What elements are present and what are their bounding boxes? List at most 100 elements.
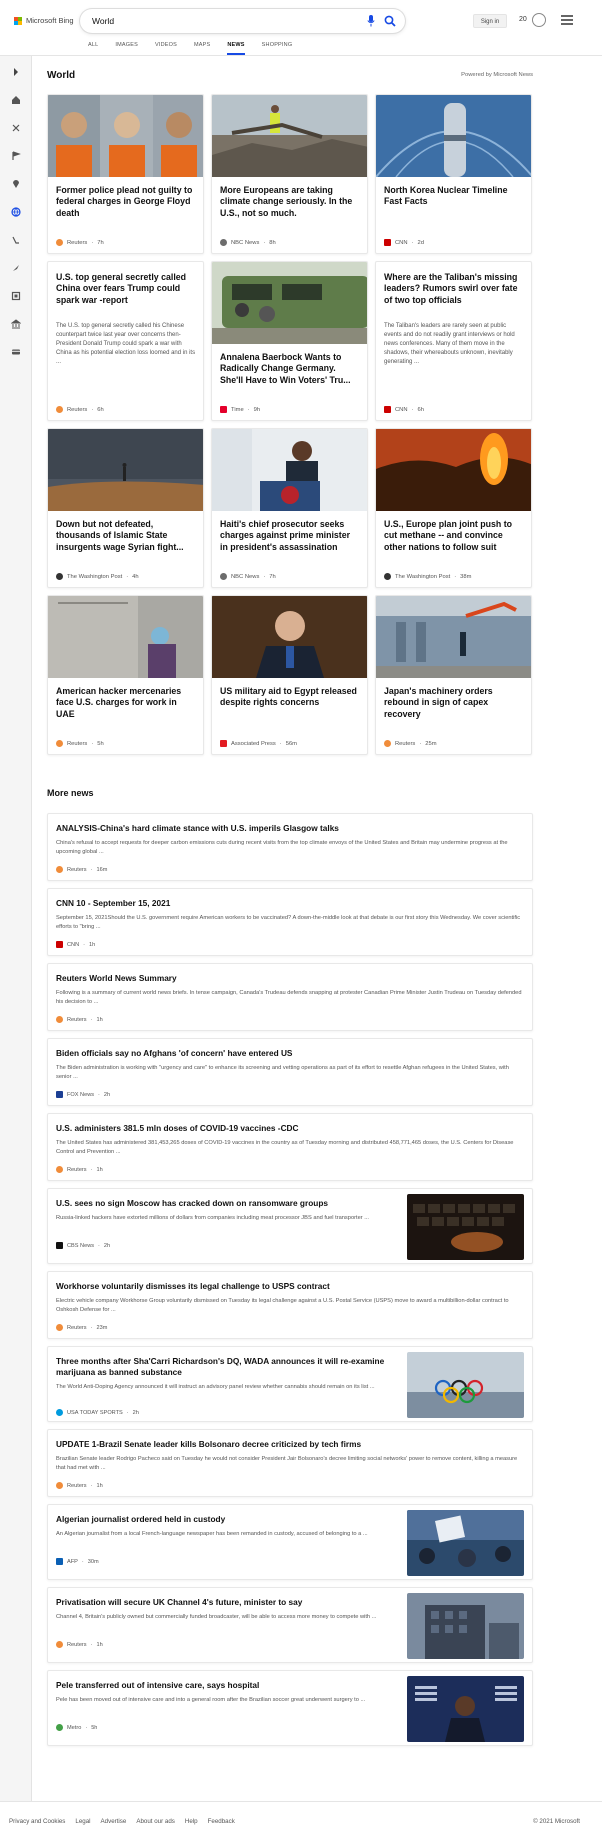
copyright-text: © 2021 Microsoft: [533, 1818, 580, 1825]
more-news-item[interactable]: Biden officials say no Afghans 'of conce…: [47, 1038, 533, 1106]
news-card[interactable]: American hacker mercenaries face U.S. ch…: [47, 595, 204, 755]
washington-post-logo-icon: [384, 573, 391, 580]
search-icon[interactable]: [384, 15, 396, 27]
news-card-title[interactable]: Where are the Taliban's missing leaders?…: [384, 272, 524, 306]
cnn-logo-icon: [384, 406, 391, 413]
news-card[interactable]: Annalena Baerbock Wants to Radically Cha…: [211, 261, 368, 421]
footer-link-privacy[interactable]: Privacy and Cookies: [9, 1818, 65, 1825]
news-card-title[interactable]: U.S., Europe plan joint push to cut meth…: [384, 519, 524, 553]
news-card[interactable]: More Europeans are taking climate change…: [211, 94, 368, 254]
footer-link-help[interactable]: Help: [185, 1818, 198, 1825]
more-news-item[interactable]: CNN 10 - September 15, 2021 September 15…: [47, 888, 533, 956]
search-box[interactable]: [80, 9, 405, 33]
news-card[interactable]: Japan's machinery orders rebound in sign…: [375, 595, 532, 755]
news-card[interactable]: US military aid to Egypt released despit…: [211, 595, 368, 755]
more-news-thumbnail: [407, 1352, 524, 1418]
search-input[interactable]: [92, 16, 342, 26]
footer-link-advertise[interactable]: Advertise: [101, 1818, 127, 1825]
rail-home-icon[interactable]: [10, 94, 22, 106]
rail-science-icon[interactable]: [10, 122, 22, 134]
footer-link-legal[interactable]: Legal: [75, 1818, 90, 1825]
microphone-icon[interactable]: [367, 15, 375, 27]
rail-technology-rocket-icon[interactable]: [10, 262, 22, 274]
more-news-item[interactable]: Workhorse voluntarily dismisses its lega…: [47, 1271, 533, 1339]
news-card-title[interactable]: North Korea Nuclear Timeline Fast Facts: [384, 185, 524, 208]
news-card-title[interactable]: American hacker mercenaries face U.S. ch…: [56, 686, 196, 720]
news-card-title[interactable]: Down but not defeated, thousands of Isla…: [56, 519, 196, 553]
news-card[interactable]: Down but not defeated, thousands of Isla…: [47, 428, 204, 588]
more-news-title[interactable]: Privatisation will secure UK Channel 4's…: [56, 1597, 396, 1608]
tab-news[interactable]: NEWS: [227, 38, 245, 55]
more-news-title[interactable]: U.S. administers 381.5 mln doses of COVI…: [56, 1123, 299, 1134]
news-card-title[interactable]: Japan's machinery orders rebound in sign…: [384, 686, 524, 720]
news-card-title[interactable]: Haiti's chief prosecutor seeks charges a…: [220, 519, 360, 553]
news-card-source: Associated Press · 56m: [220, 740, 297, 747]
news-card[interactable]: Where are the Taliban's missing leaders?…: [375, 261, 532, 421]
more-news-title[interactable]: U.S. sees no sign Moscow has cracked dow…: [56, 1198, 396, 1209]
news-card-image: [48, 95, 203, 177]
section-title: World: [47, 70, 76, 81]
source-time: 1h: [89, 941, 96, 948]
tab-videos[interactable]: VIDEOS: [155, 38, 177, 55]
more-news-item[interactable]: U.S. sees no sign Moscow has cracked dow…: [47, 1188, 533, 1264]
news-card-title[interactable]: Annalena Baerbock Wants to Radically Cha…: [220, 352, 360, 386]
more-news-title[interactable]: Workhorse voluntarily dismisses its lega…: [56, 1281, 330, 1292]
sign-in-button[interactable]: Sign in: [473, 14, 507, 28]
more-news-item[interactable]: Reuters World News Summary Following is …: [47, 963, 533, 1031]
news-card[interactable]: North Korea Nuclear Timeline Fast Facts …: [375, 94, 532, 254]
tab-images[interactable]: IMAGES: [115, 38, 138, 55]
more-news-title[interactable]: Algerian journalist ordered held in cust…: [56, 1514, 396, 1525]
more-news-item[interactable]: ANALYSIS-China's hard climate stance wit…: [47, 813, 533, 881]
source-time: 1h: [96, 1482, 103, 1489]
section-header: World Powered by Microsoft News: [47, 70, 533, 84]
more-news-item[interactable]: Pele transferred out of intensive care, …: [47, 1670, 533, 1746]
bing-logo[interactable]: Microsoft Bing: [14, 16, 74, 25]
news-card-source: NBC News · 8h: [220, 239, 276, 246]
news-card-title[interactable]: Former police plead not guilty to federa…: [56, 185, 196, 219]
rail-entertainment-icon[interactable]: [10, 290, 22, 302]
more-news-item[interactable]: Privatisation will secure UK Channel 4's…: [47, 1587, 533, 1663]
news-card-title[interactable]: U.S. top general secretly called China o…: [56, 272, 196, 306]
tab-maps[interactable]: MAPS: [194, 38, 210, 55]
more-news-title[interactable]: UPDATE 1-Brazil Senate leader kills Bols…: [56, 1439, 361, 1450]
more-news-title[interactable]: Reuters World News Summary: [56, 973, 177, 984]
reuters-logo-icon: [56, 1324, 63, 1331]
rail-politics-flag-icon[interactable]: [10, 150, 22, 162]
rail-expand-chevron-icon[interactable]: [10, 66, 22, 78]
rewards-points[interactable]: 20: [519, 16, 527, 23]
more-news-item[interactable]: Algerian journalist ordered held in cust…: [47, 1504, 533, 1580]
rewards-trophy-icon[interactable]: [532, 13, 546, 27]
more-news-snippet: September 15, 2021Should the U.S. govern…: [56, 915, 521, 931]
rail-world-globe-icon[interactable]: [10, 206, 22, 218]
source-time: 6h: [417, 406, 424, 413]
more-news-source: Reuters · 16m: [56, 866, 107, 873]
rail-sports-icon[interactable]: [10, 234, 22, 246]
rail-local-pin-icon[interactable]: [10, 178, 22, 190]
news-card[interactable]: Former police plead not guilty to federa…: [47, 94, 204, 254]
more-news-title[interactable]: Pele transferred out of intensive care, …: [56, 1680, 396, 1691]
rail-money-card-icon[interactable]: [10, 346, 22, 358]
washington-post-logo-icon: [56, 573, 63, 580]
tab-all[interactable]: ALL: [88, 38, 98, 55]
more-news-item[interactable]: U.S. administers 381.5 mln doses of COVI…: [47, 1113, 533, 1181]
more-news-title[interactable]: CNN 10 - September 15, 2021: [56, 898, 170, 909]
more-news-title[interactable]: Biden officials say no Afghans 'of conce…: [56, 1048, 292, 1059]
rail-business-bank-icon[interactable]: [10, 318, 22, 330]
menu-hamburger-icon[interactable]: [561, 15, 573, 25]
news-card-source: Time · 9h: [220, 406, 260, 413]
more-news-title[interactable]: ANALYSIS-China's hard climate stance wit…: [56, 823, 339, 834]
news-card-title[interactable]: More Europeans are taking climate change…: [220, 185, 360, 219]
footer-link-feedback[interactable]: Feedback: [208, 1818, 235, 1825]
more-news-item[interactable]: UPDATE 1-Brazil Senate leader kills Bols…: [47, 1429, 533, 1497]
source-name: Reuters: [67, 1482, 87, 1489]
news-card[interactable]: U.S., Europe plan joint push to cut meth…: [375, 428, 532, 588]
footer-link-about-ads[interactable]: About our ads: [136, 1818, 175, 1825]
news-card[interactable]: Haiti's chief prosecutor seeks charges a…: [211, 428, 368, 588]
news-card-title[interactable]: US military aid to Egypt released despit…: [220, 686, 360, 709]
news-card[interactable]: U.S. top general secretly called China o…: [47, 261, 204, 421]
more-news-item[interactable]: Three months after Sha'Carri Richardson'…: [47, 1346, 533, 1422]
source-time: 1h: [96, 1166, 103, 1173]
tab-shopping[interactable]: SHOPPING: [262, 38, 293, 55]
more-news-snippet: Following is a summary of current world …: [56, 990, 522, 1006]
more-news-title[interactable]: Three months after Sha'Carri Richardson'…: [56, 1356, 396, 1378]
